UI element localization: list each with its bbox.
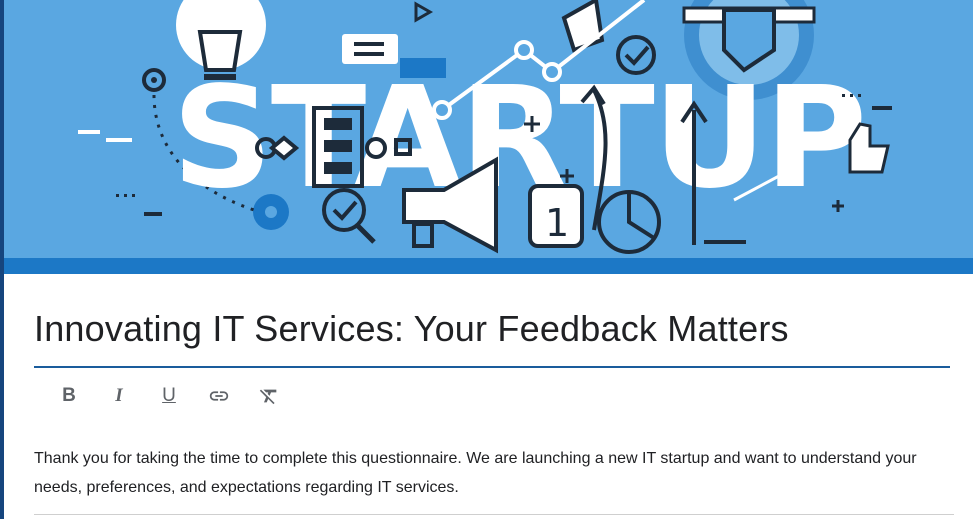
svg-text:STARTUP: STARTUP <box>172 57 865 220</box>
link-icon <box>209 391 229 401</box>
clear-format-icon <box>259 389 277 405</box>
form-header-card: Innovating IT Services: Your Feedback Ma… <box>4 274 973 519</box>
form-title[interactable]: Innovating IT Services: Your Feedback Ma… <box>34 308 789 350</box>
italic-button[interactable]: I <box>94 378 144 414</box>
text-format-toolbar: B I U <box>44 378 294 414</box>
description-underline <box>34 514 954 515</box>
clear-formatting-button[interactable] <box>244 378 294 414</box>
bold-button[interactable]: B <box>44 378 94 414</box>
insert-link-button[interactable] <box>194 378 244 414</box>
header-banner-image: STARTUP 1 <box>4 0 973 258</box>
form-description[interactable]: Thank you for taking the time to complet… <box>34 444 954 502</box>
header-accent-stripe <box>4 258 973 274</box>
title-underline <box>34 366 950 368</box>
underline-button[interactable]: U <box>144 378 194 414</box>
svg-text:1: 1 <box>545 201 569 245</box>
